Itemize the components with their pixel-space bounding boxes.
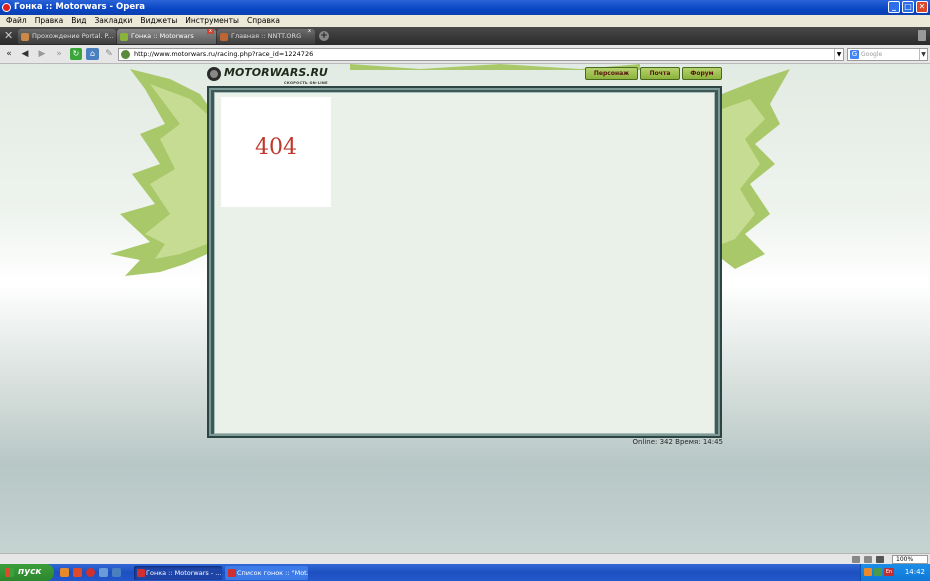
menu-view[interactable]: Вид bbox=[69, 15, 92, 27]
opera-quicklaunch-icon[interactable] bbox=[86, 568, 95, 577]
task-motorwars[interactable]: Гонка :: Motorwars - ... bbox=[134, 566, 222, 580]
home-icon[interactable]: ⌂ bbox=[86, 48, 99, 60]
system-tray: En 14:42 bbox=[860, 564, 930, 581]
menu-file[interactable]: Файл bbox=[4, 15, 33, 27]
minimize-button[interactable]: _ bbox=[888, 1, 900, 13]
chevron-down-icon[interactable]: ▼ bbox=[834, 49, 843, 60]
fast-forward-icon[interactable]: » bbox=[53, 49, 65, 60]
browser-window: Гонка :: Motorwars - Opera _ □ ✕ Файл Пр… bbox=[0, 0, 930, 581]
tray-icon[interactable] bbox=[864, 568, 872, 576]
title-bar: Гонка :: Motorwars - Opera _ □ ✕ bbox=[0, 0, 930, 15]
window-title: Гонка :: Motorwars - Opera bbox=[14, 2, 146, 12]
menu-bookmarks[interactable]: Закладки bbox=[93, 15, 139, 27]
language-indicator[interactable]: En bbox=[884, 568, 894, 576]
panel-icon[interactable] bbox=[852, 556, 860, 563]
tab-portal[interactable]: Прохождение Portal. P... bbox=[18, 29, 116, 44]
zoom-select[interactable]: 100% bbox=[892, 555, 928, 564]
nav-mail-button[interactable]: Почта bbox=[640, 67, 680, 80]
wheel-icon bbox=[207, 67, 221, 81]
tools-icon[interactable]: ✕ bbox=[4, 30, 16, 42]
start-button[interactable]: пуск bbox=[0, 564, 54, 581]
tab-close-icon[interactable]: x bbox=[306, 29, 313, 34]
tray-icon[interactable] bbox=[874, 568, 882, 576]
image-icon[interactable] bbox=[864, 556, 872, 563]
tab-favicon-icon bbox=[220, 33, 228, 41]
trash-icon[interactable] bbox=[918, 30, 926, 41]
tab-nntt[interactable]: Главная :: NNTT.ORG x bbox=[217, 29, 315, 44]
error-image: 404 bbox=[221, 97, 331, 207]
google-icon: G bbox=[850, 50, 859, 59]
tab-close-icon[interactable]: x bbox=[207, 29, 214, 34]
tab-motorwars[interactable]: Гонка :: Motorwars x bbox=[117, 29, 216, 44]
tab-label: Гонка :: Motorwars bbox=[131, 32, 194, 40]
content-frame: 404 bbox=[207, 86, 722, 438]
tab-label: Прохождение Portal. P... bbox=[32, 32, 114, 40]
tab-label: Главная :: NNTT.ORG bbox=[231, 32, 302, 40]
quicklaunch-icon[interactable] bbox=[99, 568, 108, 577]
tab-favicon-icon bbox=[120, 33, 128, 41]
edit-icon[interactable]: ✎ bbox=[103, 49, 115, 60]
quicklaunch-icon[interactable] bbox=[60, 568, 69, 577]
reload-icon[interactable]: ↻ bbox=[70, 48, 82, 60]
error-code: 404 bbox=[255, 135, 297, 160]
page-content: MOTORWARS.RU СКОРОСТЬ ON-LINE Персонаж П… bbox=[0, 64, 930, 553]
task-race-list[interactable]: Список гонок :: "Mot... bbox=[225, 566, 308, 580]
opera-icon bbox=[137, 569, 145, 577]
nav-character-button[interactable]: Персонаж bbox=[585, 67, 638, 80]
menu-bar: Файл Правка Вид Закладки Виджеты Инструм… bbox=[0, 15, 930, 27]
tab-favicon-icon bbox=[21, 33, 29, 41]
rewind-icon[interactable]: « bbox=[3, 49, 15, 60]
menu-widgets[interactable]: Виджеты bbox=[138, 15, 183, 27]
maximize-button[interactable]: □ bbox=[902, 1, 914, 13]
menu-tools[interactable]: Инструменты bbox=[183, 15, 245, 27]
search-placeholder: Google bbox=[861, 51, 883, 58]
tab-bar: Прохождение Portal. P... Гонка :: Motorw… bbox=[0, 27, 930, 45]
address-field[interactable]: http://www.motorwars.ru/racing.php?race_… bbox=[118, 48, 844, 61]
url-text: http://www.motorwars.ru/racing.php?race_… bbox=[134, 50, 314, 58]
opera-icon bbox=[2, 3, 11, 12]
task-label: Список гонок :: "Mot... bbox=[237, 569, 308, 577]
site-icon bbox=[121, 50, 130, 59]
windows-logo-icon bbox=[5, 568, 14, 577]
address-toolbar: « ◀ ▶ » ↻ ⌂ ✎ http://www.motorwars.ru/ra… bbox=[0, 45, 930, 64]
quicklaunch-icon[interactable] bbox=[112, 568, 121, 577]
forward-icon[interactable]: ▶ bbox=[36, 49, 48, 60]
quicklaunch-icon[interactable] bbox=[73, 568, 82, 577]
close-button[interactable]: ✕ bbox=[916, 1, 928, 13]
clock: 14:42 bbox=[904, 568, 925, 576]
back-icon[interactable]: ◀ bbox=[19, 49, 31, 60]
settings-icon[interactable] bbox=[876, 556, 884, 563]
search-field[interactable]: G Google ▼ bbox=[847, 48, 928, 61]
task-label: Гонка :: Motorwars - ... bbox=[146, 569, 222, 577]
site-logo[interactable]: MOTORWARS.RU СКОРОСТЬ ON-LINE bbox=[207, 67, 328, 85]
menu-help[interactable]: Справка bbox=[245, 15, 286, 27]
content-area: 404 bbox=[214, 92, 715, 434]
start-label: пуск bbox=[18, 567, 42, 577]
nav-forum-button[interactable]: Форум bbox=[682, 67, 722, 80]
online-status: Online: 342 Время: 14:45 bbox=[632, 438, 723, 446]
browser-status-bar: 100% bbox=[0, 553, 930, 564]
opera-icon bbox=[228, 569, 236, 577]
taskbar: пуск Гонка :: Motorwars - ... Список гон… bbox=[0, 564, 930, 581]
menu-edit[interactable]: Правка bbox=[33, 15, 70, 27]
chevron-down-icon[interactable]: ▼ bbox=[919, 49, 927, 60]
zoom-value: 100% bbox=[896, 556, 914, 563]
new-tab-icon[interactable]: + bbox=[319, 31, 329, 41]
